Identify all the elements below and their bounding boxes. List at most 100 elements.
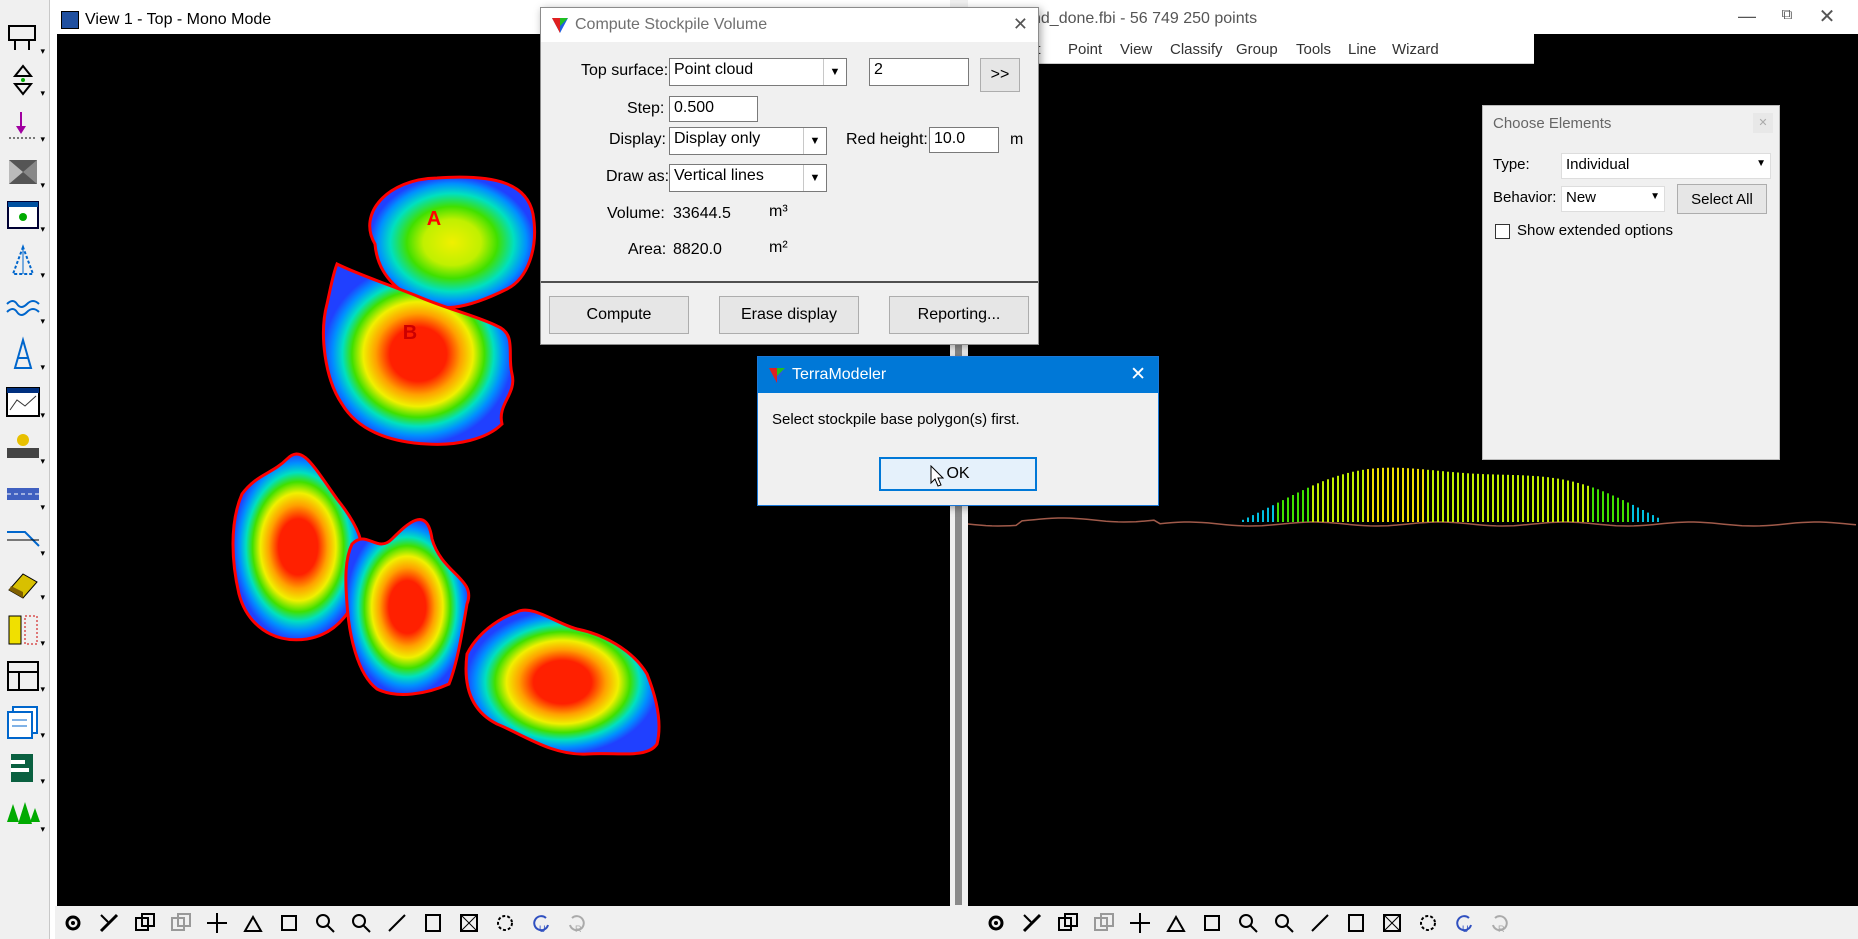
undo-icon[interactable]: U: [1450, 910, 1478, 936]
display-select[interactable]: Display only ▼: [669, 127, 827, 155]
top-surface-select[interactable]: Point cloud ▼: [669, 58, 847, 86]
step-label: Step:: [627, 100, 665, 117]
rotate-view-icon[interactable]: [239, 910, 267, 936]
class-field[interactable]: 2: [869, 58, 969, 86]
message-text: Select stockpile base polygon(s) first.: [772, 411, 1020, 428]
minimize-icon[interactable]: —: [1734, 6, 1760, 28]
select-all-button[interactable]: Select All: [1677, 184, 1767, 214]
triangulation-tool-icon[interactable]: ▾: [5, 154, 45, 190]
stockpile-d[interactable]: [344, 518, 471, 696]
choose-elements-titlebar: Choose Elements ✕: [1483, 106, 1779, 140]
contour-tool-icon[interactable]: ▾: [5, 244, 45, 280]
section-view-tool-icon[interactable]: ▾: [5, 384, 45, 420]
measure-tool-icon[interactable]: ▾: [5, 612, 45, 648]
red-height-label: Red height:: [846, 131, 928, 148]
stockpile-c[interactable]: [231, 452, 365, 642]
close-icon[interactable]: ✕: [1130, 363, 1146, 386]
compute-button[interactable]: Compute: [549, 296, 689, 334]
view-window-icon: [61, 11, 79, 29]
message-box: TerraModeler ✕ Select stockpile base pol…: [757, 356, 1159, 506]
step-field[interactable]: 0.500: [669, 96, 758, 122]
redo-icon[interactable]: R: [1486, 910, 1514, 936]
pile-b-label: B: [403, 322, 417, 344]
view1-toolbar: U R: [55, 906, 950, 939]
choose-elements-title: Choose Elements: [1493, 114, 1612, 132]
zoom-extent-icon[interactable]: [383, 910, 411, 936]
fit-all-icon[interactable]: [1378, 910, 1406, 936]
settings-icon[interactable]: [982, 910, 1010, 936]
area-label: Area:: [628, 241, 667, 258]
terramodeler-logo-icon: [552, 18, 568, 33]
erase-display-button[interactable]: Erase display: [719, 296, 859, 334]
profile-tool-icon[interactable]: ▾: [5, 290, 45, 326]
fit-view-icon[interactable]: [1018, 910, 1046, 936]
settings-icon[interactable]: [59, 910, 87, 936]
menu-item-line[interactable]: Line: [1348, 41, 1376, 58]
volume-tool-icon[interactable]: ▾: [5, 566, 45, 602]
table-tool-icon[interactable]: ▾: [5, 658, 45, 694]
reporting-button[interactable]: Reporting...: [889, 296, 1029, 334]
copy-view-icon[interactable]: [131, 910, 159, 936]
fit-view-icon[interactable]: [95, 910, 123, 936]
move-point-tool-icon[interactable]: ▾: [5, 62, 45, 98]
red-height-field[interactable]: 10.0: [929, 127, 999, 153]
zoom-out-icon[interactable]: [1270, 910, 1298, 936]
type-select[interactable]: Individual ▼: [1561, 153, 1771, 179]
pan-icon[interactable]: [1126, 910, 1154, 936]
copy-view-disabled-icon[interactable]: [1090, 910, 1118, 936]
copy-view-icon[interactable]: [1054, 910, 1082, 936]
display-surface-tool-icon[interactable]: ▾: [5, 198, 45, 234]
drape-point-tool-icon[interactable]: ▾: [5, 108, 45, 144]
extended-options-checkbox[interactable]: [1495, 224, 1510, 239]
menu-item-classify[interactable]: Classify: [1170, 41, 1223, 58]
copy-view-disabled-icon[interactable]: [167, 910, 195, 936]
more-classes-button[interactable]: >>: [980, 58, 1020, 92]
volume-value: 33644.5: [673, 205, 731, 222]
window-area-icon[interactable]: [1342, 910, 1370, 936]
menu-item-wizard[interactable]: Wizard: [1392, 41, 1439, 58]
stockpile-e[interactable]: [464, 608, 661, 756]
zoom-box-icon[interactable]: [275, 910, 303, 936]
view-settings-icon[interactable]: [1414, 910, 1442, 936]
fit-all-icon[interactable]: [455, 910, 483, 936]
section-view-toolbar: U R: [968, 906, 1858, 939]
display-label: Display:: [609, 131, 666, 148]
window-area-icon[interactable]: [419, 910, 447, 936]
close-icon[interactable]: ✕: [1013, 14, 1028, 35]
tree-tool-icon[interactable]: ▾: [5, 798, 45, 834]
close-icon[interactable]: ✕: [1753, 113, 1773, 133]
terramodeler-logo-icon: [769, 368, 785, 383]
zoom-in-icon[interactable]: [311, 910, 339, 936]
draw-as-select[interactable]: Vertical lines ▼: [669, 164, 827, 192]
svg-text:R: R: [1498, 924, 1505, 934]
main-window-titlebar: nd_done.fbi - 56 749 250 points — ⧉ ✕: [968, 0, 1858, 34]
zoom-in-icon[interactable]: [1234, 910, 1262, 936]
maximize-icon[interactable]: ⧉: [1774, 6, 1800, 28]
menu-item-view[interactable]: View: [1120, 41, 1152, 58]
stockpile-dialog: Compute Stockpile Volume ✕ Top surface: …: [540, 7, 1039, 345]
menu-item-tools[interactable]: Tools: [1296, 41, 1331, 58]
pan-icon[interactable]: [203, 910, 231, 936]
undo-icon[interactable]: U: [527, 910, 555, 936]
report-tool-icon[interactable]: ▾: [5, 704, 45, 740]
zoom-out-icon[interactable]: [347, 910, 375, 936]
zoom-box-icon[interactable]: [1198, 910, 1226, 936]
pile-a-label: A: [427, 208, 441, 230]
view-layout-tool-icon[interactable]: ▾: [5, 20, 45, 56]
behavior-select[interactable]: New ▼: [1561, 186, 1665, 212]
view-settings-icon[interactable]: [491, 910, 519, 936]
close-icon[interactable]: ✕: [1814, 4, 1840, 28]
slope-tool-icon[interactable]: ▾: [5, 522, 45, 558]
alignment-tool-icon[interactable]: ▾: [5, 476, 45, 512]
tower-tool-icon[interactable]: ▾: [5, 336, 45, 372]
mouse-cursor-icon: [930, 465, 944, 487]
road-tool-icon[interactable]: ▾: [5, 430, 45, 466]
histogram-tool-icon[interactable]: ▾: [5, 750, 45, 786]
ok-button[interactable]: OK: [879, 457, 1037, 491]
behavior-label: Behavior:: [1493, 189, 1557, 206]
menu-item-group[interactable]: Group: [1236, 41, 1278, 58]
redo-icon[interactable]: R: [563, 910, 591, 936]
zoom-extent-icon[interactable]: [1306, 910, 1334, 936]
menu-item-point[interactable]: Point: [1068, 41, 1102, 58]
rotate-view-icon[interactable]: [1162, 910, 1190, 936]
